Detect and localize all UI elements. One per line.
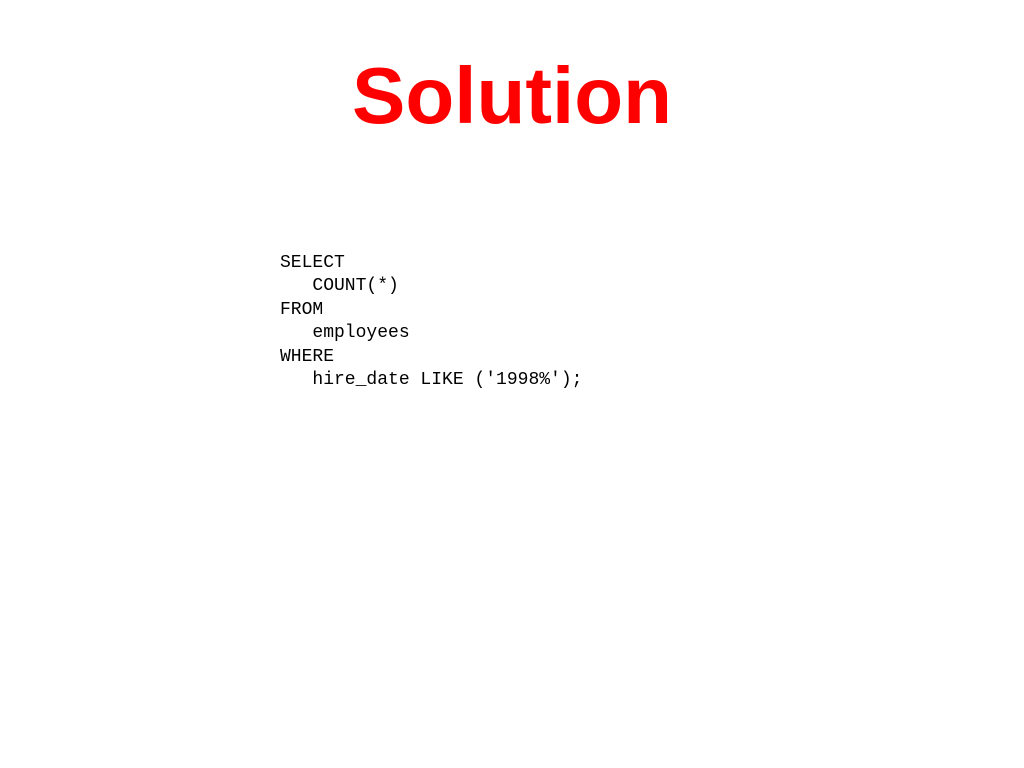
slide-title: Solution: [0, 50, 1024, 142]
slide-container: Solution SELECT COUNT(*) FROM employees …: [0, 0, 1024, 768]
sql-code-block: SELECT COUNT(*) FROM employees WHERE hir…: [280, 252, 1024, 392]
